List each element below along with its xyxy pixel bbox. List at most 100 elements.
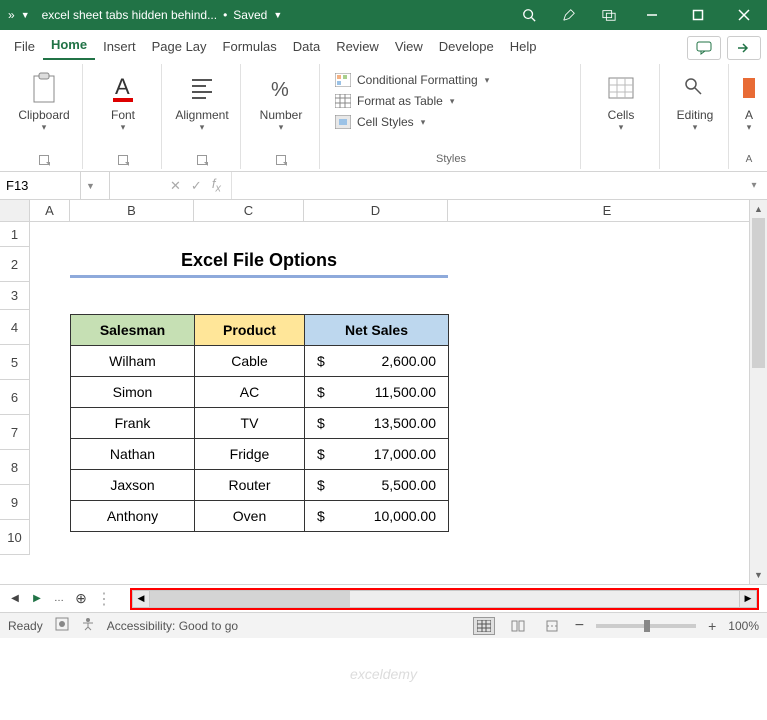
row-header[interactable]: 10 — [0, 520, 30, 555]
row-header[interactable]: 5 — [0, 345, 30, 380]
header-netsales: Net Sales — [305, 315, 449, 346]
tab-file[interactable]: File — [6, 35, 43, 60]
fx-icon[interactable]: fx — [212, 176, 221, 195]
macro-record-icon[interactable] — [55, 617, 69, 634]
font-dialog-launcher[interactable] — [118, 155, 128, 165]
cell-styles-icon — [334, 114, 352, 130]
zoom-in-button[interactable]: + — [708, 618, 716, 634]
view-normal-icon[interactable] — [473, 617, 495, 635]
table-row: FrankTV$13,500.00 — [71, 408, 449, 439]
status-bar: Ready Accessibility: Good to go − + 100% — [0, 612, 767, 638]
sheet-tab-strip: ◀ ▶ … ⊕ ⋮ ◀ ▶ — [0, 584, 767, 612]
number-dialog-launcher[interactable] — [276, 155, 286, 165]
comments-button[interactable] — [687, 36, 721, 60]
titlebar: » ▼ excel sheet tabs hidden behind... • … — [0, 0, 767, 30]
tab-insert[interactable]: Insert — [95, 35, 144, 60]
addins-button[interactable]: A▾ — [739, 70, 759, 133]
row-header[interactable]: 2 — [0, 247, 30, 282]
editing-button[interactable]: Editing▾ — [670, 70, 720, 133]
minimize-button[interactable] — [629, 0, 675, 30]
tab-review[interactable]: Review — [328, 35, 387, 60]
table-row: SimonAC$11,500.00 — [71, 377, 449, 408]
alignment-dialog-launcher[interactable] — [197, 155, 207, 165]
clipboard-dialog-launcher[interactable] — [39, 155, 49, 165]
window-switch-icon[interactable] — [589, 0, 629, 30]
zoom-slider[interactable] — [596, 624, 696, 628]
chevron-down-icon[interactable]: ▼ — [273, 10, 282, 20]
row-header[interactable]: 8 — [0, 450, 30, 485]
font-icon: A — [107, 70, 139, 106]
alignment-icon — [186, 70, 218, 106]
tab-developer[interactable]: Develope — [431, 35, 502, 60]
tab-pagelayout[interactable]: Page Lay — [144, 35, 215, 60]
view-page-break-icon[interactable] — [541, 617, 563, 635]
cells-icon — [605, 70, 637, 106]
sheet-nav-next[interactable]: ▶ — [30, 593, 44, 604]
number-button[interactable]: % Number▾ — [251, 70, 311, 133]
col-header-c[interactable]: C — [194, 200, 304, 222]
watermark: exceldemy — [350, 666, 417, 682]
scroll-thumb[interactable] — [752, 218, 765, 368]
pen-icon[interactable] — [549, 0, 589, 30]
accessibility-status[interactable]: Accessibility: Good to go — [107, 619, 238, 633]
cancel-formula-icon[interactable]: ✕ — [170, 178, 181, 194]
tab-data[interactable]: Data — [285, 35, 328, 60]
tab-help[interactable]: Help — [502, 35, 545, 60]
header-product: Product — [195, 315, 305, 346]
horizontal-scrollbar-highlighted[interactable]: ◀ ▶ — [130, 588, 759, 610]
view-page-layout-icon[interactable] — [507, 617, 529, 635]
zoom-level[interactable]: 100% — [728, 619, 759, 633]
font-button[interactable]: A Font▾ — [93, 70, 153, 133]
hscroll-thumb[interactable] — [150, 591, 350, 607]
table-row: NathanFridge$17,000.00 — [71, 439, 449, 470]
quickaccess-more-icon[interactable]: » — [8, 8, 15, 22]
cell-styles-button[interactable]: Cell Styles▾ — [330, 112, 572, 132]
expand-formula-bar[interactable]: ▾ — [741, 172, 767, 199]
accessibility-icon[interactable] — [81, 617, 95, 634]
enter-formula-icon[interactable]: ✓ — [191, 178, 202, 194]
vertical-scrollbar[interactable]: ▲ ▼ — [749, 200, 767, 584]
tab-formulas[interactable]: Formulas — [215, 35, 285, 60]
scroll-up-icon[interactable]: ▲ — [750, 200, 767, 218]
tab-view[interactable]: View — [387, 35, 431, 60]
sheet-nav-more[interactable]: … — [52, 593, 66, 604]
formula-input[interactable] — [231, 172, 741, 199]
col-header-e[interactable]: E — [448, 200, 767, 222]
col-header-a[interactable]: A — [30, 200, 70, 222]
row-header[interactable]: 1 — [0, 222, 30, 247]
format-as-table-button[interactable]: Format as Table▾ — [330, 91, 572, 111]
sheet-nav-prev[interactable]: ◀ — [8, 593, 22, 604]
col-header-b[interactable]: B — [70, 200, 194, 222]
select-all-corner[interactable] — [0, 200, 30, 222]
new-sheet-button[interactable]: ⊕ — [74, 590, 88, 607]
name-box-dropdown[interactable]: ▼ — [80, 172, 100, 199]
alignment-button[interactable]: Alignment▾ — [172, 70, 232, 133]
scroll-left-icon[interactable]: ◀ — [132, 590, 150, 608]
worksheet-grid[interactable]: A B C D E 1 2 3 4 5 6 7 8 9 10 Excel Fil… — [0, 200, 767, 584]
col-header-d[interactable]: D — [304, 200, 448, 222]
cells-button[interactable]: Cells▾ — [591, 70, 651, 133]
row-header[interactable]: 4 — [0, 310, 30, 345]
chevron-down-icon[interactable]: ▼ — [21, 10, 30, 20]
editing-icon — [679, 70, 711, 106]
file-name: excel sheet tabs hidden behind... — [42, 8, 217, 22]
row-header[interactable]: 9 — [0, 485, 30, 520]
cond-format-icon — [334, 72, 352, 88]
save-status: Saved — [233, 8, 267, 22]
conditional-formatting-button[interactable]: Conditional Formatting▾ — [330, 70, 572, 90]
zoom-out-button[interactable]: − — [575, 617, 584, 635]
row-header[interactable]: 7 — [0, 415, 30, 450]
sheet-title: Excel File Options — [70, 250, 448, 278]
search-icon[interactable] — [509, 0, 549, 30]
row-header[interactable]: 6 — [0, 380, 30, 415]
tab-home[interactable]: Home — [43, 33, 95, 60]
share-button[interactable] — [727, 36, 761, 60]
close-button[interactable] — [721, 0, 767, 30]
scroll-down-icon[interactable]: ▼ — [750, 566, 767, 584]
name-box[interactable] — [0, 176, 80, 195]
ribbon-tabs: File Home Insert Page Lay Formulas Data … — [0, 30, 767, 60]
scroll-right-icon[interactable]: ▶ — [739, 590, 757, 608]
clipboard-button[interactable]: Clipboard▾ — [14, 70, 74, 133]
row-header[interactable]: 3 — [0, 282, 30, 310]
maximize-button[interactable] — [675, 0, 721, 30]
